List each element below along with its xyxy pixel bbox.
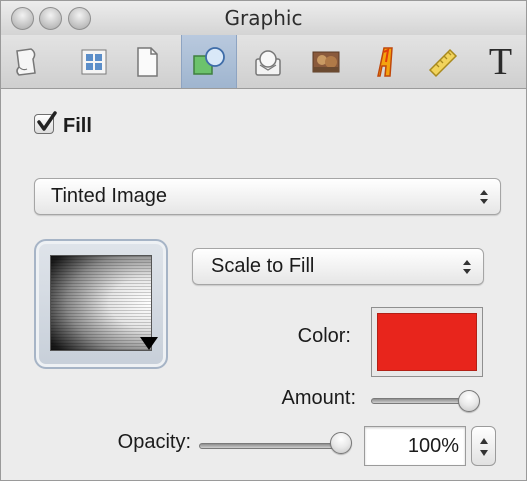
tab-metrics[interactable]: [417, 35, 467, 88]
window-title: Graphic: [224, 6, 303, 30]
opacity-slider-knob[interactable]: [330, 432, 352, 454]
tab-document[interactable]: [1, 35, 51, 88]
updown-arrows-icon: [463, 260, 471, 274]
image-menu-arrow-icon[interactable]: [140, 337, 158, 350]
opacity-slider-track[interactable]: [199, 443, 351, 449]
image-icon: [312, 51, 340, 72]
amount-label: Amount:: [281, 387, 356, 409]
tab-text[interactable]: T: [473, 35, 526, 88]
scale-value: Scale to Fill: [211, 255, 315, 277]
document-icon: [16, 47, 36, 76]
shapes-icon: [193, 46, 225, 75]
title-bar[interactable]: Graphic: [1, 1, 526, 35]
fill-label: Fill: [63, 115, 92, 137]
opacity-field[interactable]: 100%: [364, 426, 466, 466]
stylized-a-icon: [377, 46, 393, 77]
fill-image-preview: [50, 255, 152, 351]
ruler-icon: [428, 48, 458, 77]
text-icon: T: [488, 40, 513, 83]
stepper-arrows-icon: [480, 438, 488, 456]
image-well[interactable]: [34, 239, 168, 369]
tab-layout[interactable]: [69, 35, 119, 88]
scale-popup[interactable]: Scale to Fill: [192, 248, 484, 285]
amount-slider-knob[interactable]: [458, 390, 480, 412]
tab-graphic[interactable]: [181, 35, 237, 88]
color-swatch: [377, 313, 477, 371]
tab-media[interactable]: [301, 35, 351, 88]
fill-type-value: Tinted Image: [51, 185, 167, 207]
grid-icon: [81, 49, 107, 74]
inspector-toolbar: T: [1, 35, 526, 89]
tab-page[interactable]: [122, 35, 172, 88]
text-box-icon: [255, 49, 281, 76]
fill-checkbox[interactable]: [34, 111, 57, 134]
tab-style[interactable]: [359, 35, 409, 88]
graphic-inspector-window: Graphic T Fill Tinted Image Scale to Fil…: [0, 0, 527, 481]
checkmark-icon: [37, 111, 57, 131]
opacity-stepper[interactable]: [471, 426, 496, 466]
page-icon: [137, 46, 158, 77]
opacity-label: Opacity:: [117, 431, 191, 453]
color-well[interactable]: [371, 307, 483, 377]
color-label: Color:: [297, 325, 351, 347]
updown-arrows-icon: [480, 190, 488, 204]
tab-wrap[interactable]: [243, 35, 293, 88]
fill-type-popup[interactable]: Tinted Image: [34, 178, 501, 215]
